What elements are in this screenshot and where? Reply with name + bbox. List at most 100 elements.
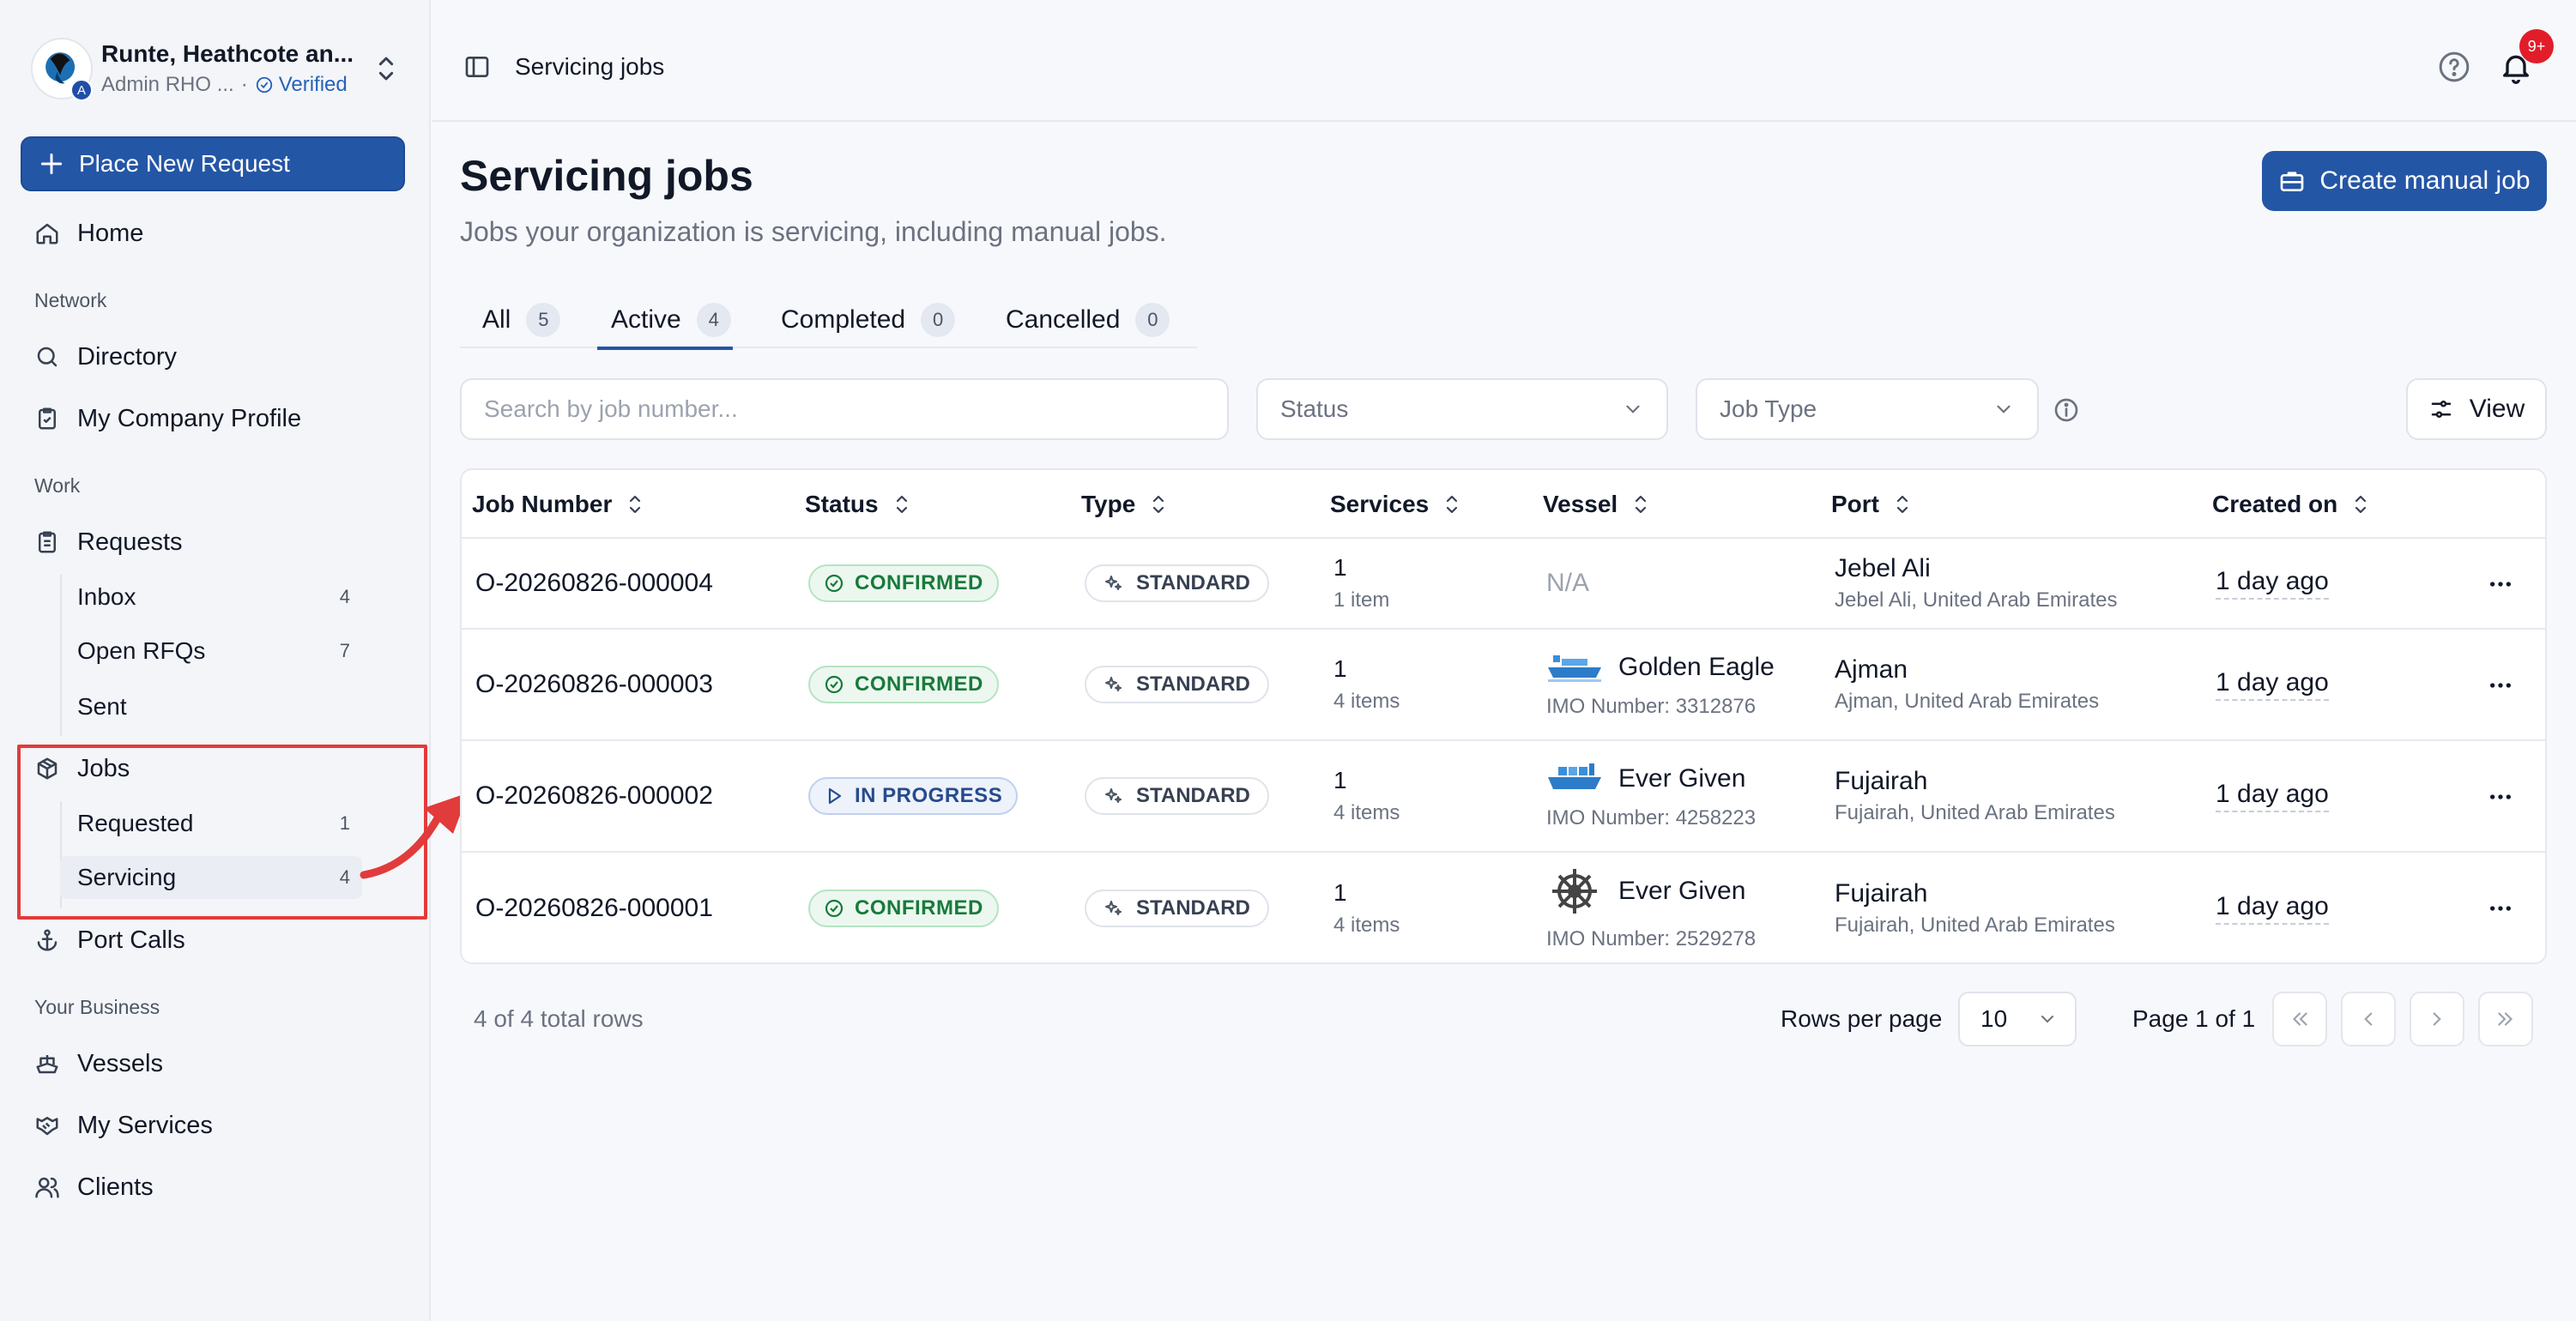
- job-number[interactable]: O-20260826-000001: [475, 894, 713, 923]
- container-ship-icon: [1548, 763, 1601, 789]
- nav-inbox-count: 4: [339, 586, 350, 607]
- more-actions-icon[interactable]: [2487, 672, 2514, 699]
- nav-open-rfqs-count: 7: [339, 640, 350, 661]
- tab-active-label: Active: [611, 305, 681, 334]
- nav-jobs[interactable]: Jobs: [34, 746, 395, 791]
- services-count: 1: [1333, 879, 1347, 906]
- nav-requested[interactable]: Requested 1: [60, 802, 362, 845]
- chevron-up-down-icon[interactable]: [372, 51, 400, 86]
- page-subtitle: Jobs your organization is servicing, inc…: [460, 216, 1167, 247]
- top-bar: Servicing jobs 9+: [432, 0, 2576, 122]
- status-badge: CONFIRMED: [808, 564, 999, 602]
- column-type[interactable]: Type: [1081, 470, 1170, 539]
- job-number[interactable]: O-20260826-000002: [475, 781, 713, 811]
- job-type-filter-select[interactable]: Job Type: [1696, 378, 2039, 440]
- sort-icon: [2349, 492, 2372, 517]
- org-role: Admin RHO ...: [101, 73, 234, 96]
- more-actions-icon[interactable]: [2487, 570, 2514, 598]
- search-input[interactable]: [460, 378, 1229, 440]
- column-port[interactable]: Port: [1831, 470, 1914, 539]
- org-switcher[interactable]: A Runte, Heathcote an... Admin RHO ... ·…: [31, 33, 400, 105]
- services-items: 4 items: [1333, 914, 1400, 937]
- job-number[interactable]: O-20260826-000004: [475, 569, 713, 598]
- breadcrumb-title: Servicing jobs: [515, 53, 665, 80]
- sidebar: A Runte, Heathcote an... Admin RHO ... ·…: [0, 0, 431, 1321]
- services-count: 1: [1333, 767, 1347, 793]
- last-page-button[interactable]: [2478, 992, 2533, 1047]
- sparkles-icon: [1104, 786, 1124, 806]
- table-row[interactable]: O-20260826-000002 IN PROGRESS STANDARD 1…: [462, 741, 2545, 853]
- create-manual-job-label: Create manual job: [2319, 166, 2531, 195]
- nav-vessels-label: Vessels: [77, 1049, 163, 1077]
- users-icon: [34, 1174, 60, 1200]
- check-circle-icon: [824, 573, 844, 594]
- nav-open-rfqs-label: Open RFQs: [77, 637, 206, 664]
- type-label: STANDARD: [1136, 784, 1250, 807]
- create-manual-job-button[interactable]: Create manual job: [2262, 151, 2547, 211]
- play-icon: [824, 786, 844, 806]
- column-vessel[interactable]: Vessel: [1543, 470, 1652, 539]
- table-row[interactable]: O-20260826-000004 CONFIRMED STANDARD 1 1…: [462, 539, 2545, 630]
- rows-per-page-select[interactable]: 10: [1958, 992, 2077, 1047]
- place-new-request-label: Place New Request: [79, 150, 290, 177]
- role-badge: A: [70, 79, 93, 101]
- nav-sent[interactable]: Sent: [60, 685, 362, 728]
- row-count: 4 of 4 total rows: [474, 1005, 644, 1032]
- nav-home[interactable]: Home: [34, 211, 395, 256]
- nav-servicing[interactable]: Servicing 4: [60, 856, 362, 899]
- status-tabs: All 5 Active 4 Completed 0 Cancelled 0: [460, 292, 1198, 350]
- help-icon[interactable]: [2437, 50, 2471, 84]
- nav-directory[interactable]: Directory: [34, 335, 395, 379]
- info-icon[interactable]: [2053, 396, 2080, 424]
- more-actions-icon[interactable]: [2487, 895, 2514, 922]
- sort-icon: [1630, 492, 1652, 517]
- vessel-name: Ever Given: [1618, 877, 1746, 905]
- tab-cancelled[interactable]: Cancelled 0: [1006, 292, 1170, 348]
- column-status[interactable]: Status: [805, 470, 913, 539]
- column-created-on[interactable]: Created on: [2212, 470, 2372, 539]
- briefcase-icon: [2278, 167, 2306, 195]
- page-title: Servicing jobs: [460, 152, 753, 200]
- column-type-label: Type: [1081, 491, 1136, 517]
- nav-requests[interactable]: Requests: [34, 520, 395, 564]
- services-count: 1: [1333, 655, 1347, 682]
- nav-open-rfqs[interactable]: Open RFQs 7: [60, 630, 362, 673]
- tab-all[interactable]: All 5: [482, 292, 561, 348]
- table-row[interactable]: O-20260826-000001 CONFIRMED STANDARD 1 4…: [462, 853, 2545, 962]
- jobs-table: Job Number Status Type Services Vessel P…: [460, 468, 2547, 964]
- status-filter-select[interactable]: Status: [1256, 378, 1668, 440]
- cargo-ship-icon: [1548, 655, 1601, 682]
- chevron-down-icon: [1622, 398, 1644, 420]
- place-new-request-button[interactable]: Place New Request: [21, 136, 405, 191]
- port-name: Ajman: [1835, 655, 1908, 684]
- job-number[interactable]: O-20260826-000003: [475, 670, 713, 699]
- type-badge: STANDARD: [1085, 564, 1269, 602]
- nav-clients[interactable]: Clients: [34, 1165, 395, 1209]
- section-network: Network: [34, 289, 107, 311]
- clipboard-check-icon: [34, 406, 60, 431]
- nav-inbox[interactable]: Inbox 4: [60, 576, 362, 618]
- column-job-number[interactable]: Job Number: [472, 470, 646, 539]
- first-page-button[interactable]: [2272, 992, 2327, 1047]
- previous-page-button[interactable]: [2341, 992, 2396, 1047]
- sparkles-icon: [1104, 674, 1124, 695]
- sort-icon: [891, 492, 913, 517]
- nav-vessels[interactable]: Vessels: [34, 1041, 395, 1086]
- sidebar-toggle-icon[interactable]: [463, 53, 491, 81]
- view-options-button[interactable]: View: [2406, 378, 2547, 440]
- more-actions-icon[interactable]: [2487, 783, 2514, 811]
- nav-my-services[interactable]: My Services: [34, 1103, 395, 1148]
- table-row[interactable]: O-20260826-000003 CONFIRMED STANDARD 1 4…: [462, 630, 2545, 741]
- column-port-label: Port: [1831, 491, 1879, 517]
- next-page-button[interactable]: [2410, 992, 2464, 1047]
- nav-company-profile[interactable]: My Company Profile: [34, 396, 395, 441]
- status-label: CONFIRMED: [855, 896, 983, 920]
- tab-completed[interactable]: Completed 0: [781, 292, 956, 348]
- created-on: 1 day ago: [2216, 780, 2329, 812]
- column-services[interactable]: Services: [1330, 470, 1463, 539]
- org-separator: ·: [240, 73, 248, 96]
- sort-icon: [624, 492, 646, 517]
- nav-port-calls[interactable]: Port Calls: [34, 918, 395, 962]
- tab-active[interactable]: Active 4: [597, 292, 733, 350]
- vessel-name: N/A: [1546, 569, 1590, 597]
